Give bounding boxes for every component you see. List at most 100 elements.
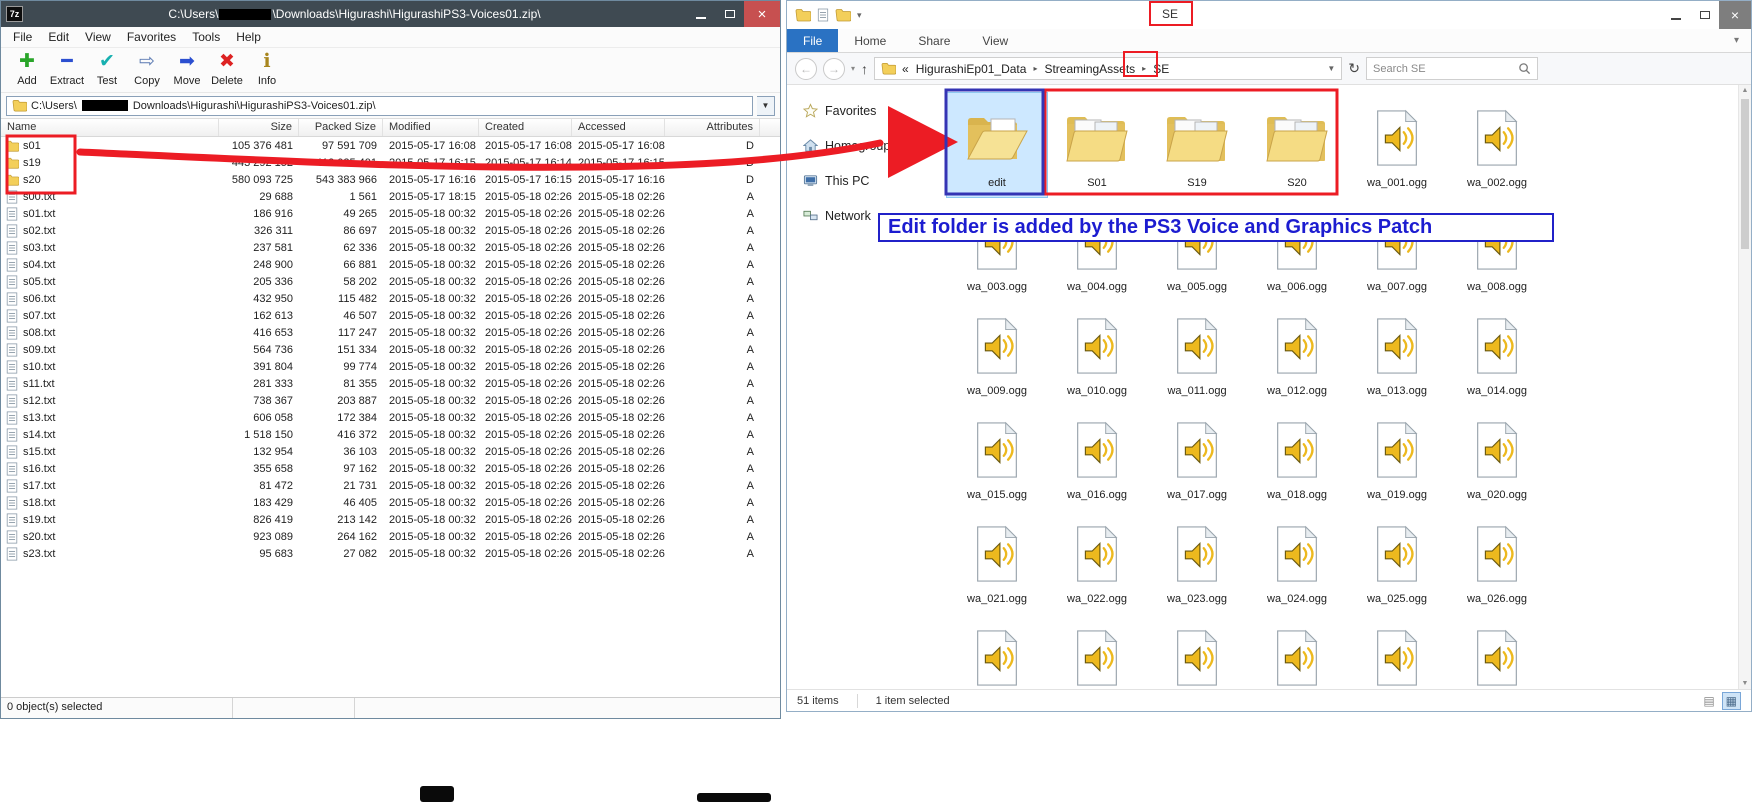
column-header-accessed[interactable]: Accessed xyxy=(572,119,665,136)
menu-help[interactable]: Help xyxy=(228,30,269,44)
archive-row-s05.txt[interactable]: s05.txt205 33658 2022015-05-18 00:322015… xyxy=(1,273,780,290)
file-ogg[interactable] xyxy=(1247,613,1347,689)
sidebar-item-network[interactable]: Network xyxy=(787,206,937,225)
archive-row-s16.txt[interactable]: s16.txt355 65897 1622015-05-18 00:322015… xyxy=(1,460,780,477)
breadcrumb-streamingassets[interactable]: StreamingAssets xyxy=(1044,62,1135,76)
archive-row-s19[interactable]: s19443 292 152412 025 4012015-05-17 16:1… xyxy=(1,154,780,171)
archive-row-s01[interactable]: s01105 376 48197 591 7092015-05-17 16:08… xyxy=(1,137,780,154)
file-wa_018.ogg[interactable]: wa_018.ogg xyxy=(1247,405,1347,509)
tab-view[interactable]: View xyxy=(966,29,1024,52)
sidebar-item-favorites[interactable]: Favorites xyxy=(787,101,937,120)
file-wa_001.ogg[interactable]: wa_001.ogg xyxy=(1347,93,1447,197)
history-dropdown-icon[interactable]: ▾ xyxy=(851,64,855,73)
file-ogg[interactable] xyxy=(1047,613,1147,689)
thumbnail-view-icon[interactable]: ▦ xyxy=(1722,692,1741,710)
scroll-up-icon[interactable]: ▲ xyxy=(1739,87,1751,94)
toolbar-move-button[interactable]: ➡Move xyxy=(167,49,207,87)
maximize-button[interactable] xyxy=(1690,1,1719,29)
archive-row-s04.txt[interactable]: s04.txt248 90066 8812015-05-18 00:322015… xyxy=(1,256,780,273)
file-wa_008.ogg[interactable]: wa_008.ogg xyxy=(1447,197,1547,301)
file-wa_015.ogg[interactable]: wa_015.ogg xyxy=(947,405,1047,509)
toolbar-test-button[interactable]: ✔Test xyxy=(87,49,127,87)
refresh-button[interactable]: ↻ xyxy=(1348,60,1360,77)
tab-share[interactable]: Share xyxy=(902,29,966,52)
archive-row-s17.txt[interactable]: s17.txt81 47221 7312015-05-18 00:322015-… xyxy=(1,477,780,494)
archive-row-s12.txt[interactable]: s12.txt738 367203 8872015-05-18 00:32201… xyxy=(1,392,780,409)
file-wa_024.ogg[interactable]: wa_024.ogg xyxy=(1247,509,1347,613)
toolbar-add-button[interactable]: ✚Add xyxy=(7,49,47,87)
file-wa_019.ogg[interactable]: wa_019.ogg xyxy=(1347,405,1447,509)
sidebar-item-this-pc[interactable]: This PC xyxy=(787,171,937,190)
file-wa_014.ogg[interactable]: wa_014.ogg xyxy=(1447,301,1547,405)
breadcrumb-se[interactable]: SE xyxy=(1153,62,1169,76)
tab-home[interactable]: Home xyxy=(838,29,902,52)
column-header-size[interactable]: Size xyxy=(219,119,299,136)
file-wa_023.ogg[interactable]: wa_023.ogg xyxy=(1147,509,1247,613)
file-wa_005.ogg[interactable]: wa_005.ogg xyxy=(1147,197,1247,301)
back-button[interactable]: ← xyxy=(795,58,817,80)
file-wa_002.ogg[interactable]: wa_002.ogg xyxy=(1447,93,1547,197)
explorer-titlebar[interactable]: ▾ SE × xyxy=(787,1,1751,29)
minimize-button[interactable] xyxy=(1661,1,1690,29)
forward-button[interactable]: → xyxy=(823,58,845,80)
column-header-packed-size[interactable]: Packed Size xyxy=(299,119,383,136)
file-ogg[interactable] xyxy=(1147,613,1247,689)
archive-row-s13.txt[interactable]: s13.txt606 058172 3842015-05-18 00:32201… xyxy=(1,409,780,426)
breadcrumb-higurashiep01_data[interactable]: HigurashiEp01_Data xyxy=(916,62,1027,76)
folder-S20[interactable]: S20 xyxy=(1247,93,1347,197)
archive-row-s02.txt[interactable]: s02.txt326 31186 6972015-05-18 00:322015… xyxy=(1,222,780,239)
file-wa_026.ogg[interactable]: wa_026.ogg xyxy=(1447,509,1547,613)
archive-row-s01.txt[interactable]: s01.txt186 91649 2652015-05-18 00:322015… xyxy=(1,205,780,222)
file-wa_009.ogg[interactable]: wa_009.ogg xyxy=(947,301,1047,405)
archive-row-s00.txt[interactable]: s00.txt29 6881 5612015-05-17 18:152015-0… xyxy=(1,188,780,205)
file-wa_013.ogg[interactable]: wa_013.ogg xyxy=(1347,301,1447,405)
archive-row-s10.txt[interactable]: s10.txt391 80499 7742015-05-18 00:322015… xyxy=(1,358,780,375)
archive-row-s09.txt[interactable]: s09.txt564 736151 3342015-05-18 00:32201… xyxy=(1,341,780,358)
archive-row-s07.txt[interactable]: s07.txt162 61346 5072015-05-18 00:322015… xyxy=(1,307,780,324)
folder-edit[interactable]: edit xyxy=(947,93,1047,197)
column-header-name[interactable]: Name xyxy=(1,119,219,136)
file-wa_006.ogg[interactable]: wa_006.ogg xyxy=(1247,197,1347,301)
file-ogg[interactable] xyxy=(1447,613,1547,689)
minimize-button[interactable] xyxy=(686,1,715,27)
file-wa_003.ogg[interactable]: wa_003.ogg xyxy=(947,197,1047,301)
file-wa_010.ogg[interactable]: wa_010.ogg xyxy=(1047,301,1147,405)
search-input[interactable] xyxy=(1373,63,1514,75)
file-wa_021.ogg[interactable]: wa_021.ogg xyxy=(947,509,1047,613)
file-wa_007.ogg[interactable]: wa_007.ogg xyxy=(1347,197,1447,301)
archive-row-s06.txt[interactable]: s06.txt432 950115 4822015-05-18 00:32201… xyxy=(1,290,780,307)
properties-icon[interactable] xyxy=(835,8,851,22)
column-header-attributes[interactable]: Attributes xyxy=(665,119,760,136)
scrollbar-thumb[interactable] xyxy=(1741,99,1749,249)
menu-favorites[interactable]: Favorites xyxy=(119,30,184,44)
folder-icon[interactable] xyxy=(795,8,811,22)
maximize-button[interactable] xyxy=(715,1,744,27)
address-dropdown-button[interactable]: ▼ xyxy=(757,96,775,116)
archive-row-s20[interactable]: s20580 093 725543 383 9662015-05-17 16:1… xyxy=(1,171,780,188)
close-button[interactable]: × xyxy=(1719,1,1751,29)
file-wa_017.ogg[interactable]: wa_017.ogg xyxy=(1147,405,1247,509)
file-wa_004.ogg[interactable]: wa_004.ogg xyxy=(1047,197,1147,301)
archive-row-s20.txt[interactable]: s20.txt923 089264 1622015-05-18 00:32201… xyxy=(1,528,780,545)
file-wa_020.ogg[interactable]: wa_020.ogg xyxy=(1447,405,1547,509)
toolbar-delete-button[interactable]: ✖Delete xyxy=(207,49,247,87)
file-ogg[interactable] xyxy=(947,613,1047,689)
menu-edit[interactable]: Edit xyxy=(40,30,77,44)
file-ogg[interactable] xyxy=(1347,613,1447,689)
file-wa_011.ogg[interactable]: wa_011.ogg xyxy=(1147,301,1247,405)
sevenzip-titlebar[interactable]: 7z C:\Users\\Downloads\Higurashi\Higuras… xyxy=(1,1,780,27)
sidebar-item-homegroup[interactable]: Homegroup xyxy=(787,136,937,155)
search-box[interactable] xyxy=(1366,57,1538,80)
archive-row-s08.txt[interactable]: s08.txt416 653117 2472015-05-18 00:32201… xyxy=(1,324,780,341)
toolbar-info-button[interactable]: ℹInfo xyxy=(247,49,287,87)
column-header-created[interactable]: Created xyxy=(479,119,572,136)
archive-row-s03.txt[interactable]: s03.txt237 58162 3362015-05-18 00:322015… xyxy=(1,239,780,256)
folder-S01[interactable]: S01 xyxy=(1047,93,1147,197)
qat-dropdown-icon[interactable]: ▾ xyxy=(857,10,862,21)
address-breadcrumb-bar[interactable]: « HigurashiEp01_Data▸StreamingAssets▸SE … xyxy=(874,57,1342,80)
new-folder-icon[interactable] xyxy=(817,8,829,22)
archive-row-s15.txt[interactable]: s15.txt132 95436 1032015-05-18 00:322015… xyxy=(1,443,780,460)
archive-row-s18.txt[interactable]: s18.txt183 42946 4052015-05-18 00:322015… xyxy=(1,494,780,511)
toolbar-copy-button[interactable]: ⇨Copy xyxy=(127,49,167,87)
toolbar-extract-button[interactable]: ━Extract xyxy=(47,49,87,87)
